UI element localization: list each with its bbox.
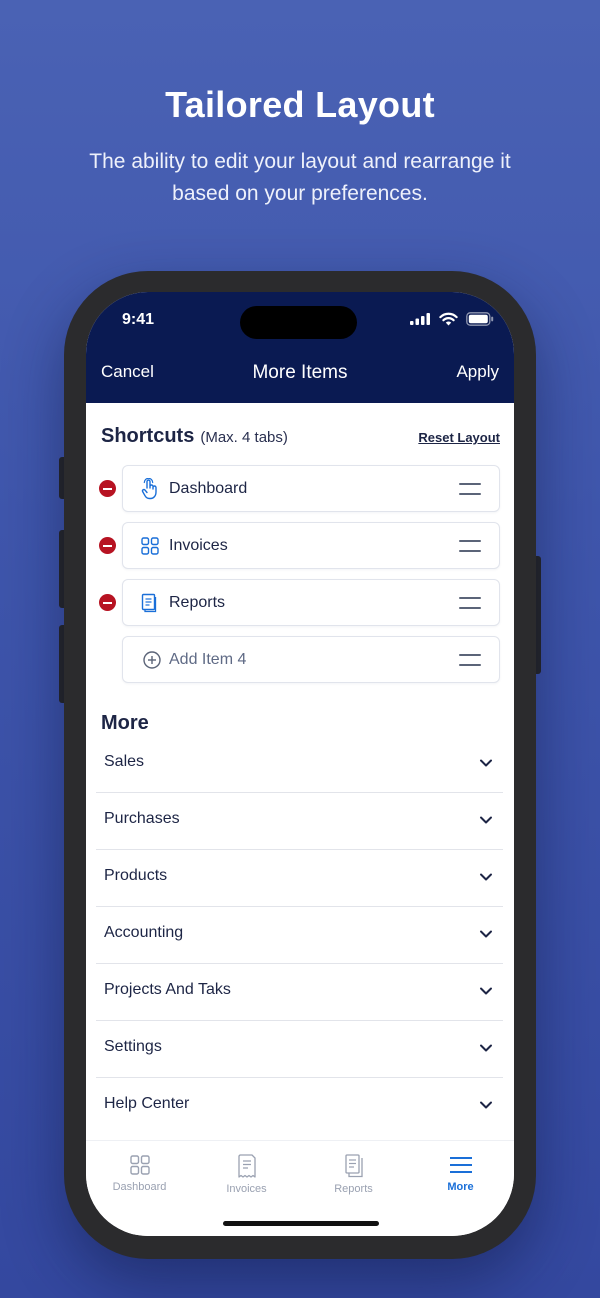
menu-item-purchases[interactable]: Purchases [96,793,503,850]
touch-hand-icon [141,478,157,500]
remove-shortcut-button[interactable] [99,594,116,611]
documents-icon [344,1154,363,1178]
drag-handle-icon[interactable] [459,597,481,609]
tab-label: Reports [334,1183,373,1195]
menu-item-label: Projects And Taks [104,981,231,998]
chevron-down-icon [480,873,492,881]
chevron-down-icon [480,1101,492,1109]
tab-label: Invoices [226,1183,267,1195]
shortcuts-limit-note: (Max. 4 tabs) [200,429,288,446]
wifi-icon [439,312,458,326]
document-icon [141,593,157,613]
menu-item-label: Accounting [104,924,184,941]
menu-item-label: Products [104,867,168,884]
home-indicator [223,1221,379,1226]
navigation-bar: 9:41 Cancel More Items Apply [86,292,514,403]
signal-icon [410,313,430,325]
battery-icon [466,312,494,326]
shortcut-row-dashboard: Dashboard [86,465,514,513]
promo-subtitle: The ability to edit your layout and rear… [89,150,511,205]
add-shortcut-card[interactable]: Add Item 4 [122,636,500,683]
tab-more[interactable]: More [407,1153,514,1193]
dynamic-island [240,306,357,339]
menu-item-help-center[interactable]: Help Center [96,1078,503,1135]
reset-layout-link[interactable]: Reset Layout [418,430,500,445]
menu-item-label: Sales [104,753,145,770]
remove-shortcut-button[interactable] [99,480,116,497]
chevron-down-icon [480,987,492,995]
grid-icon [141,537,159,555]
plus-circle-icon [143,651,161,669]
tab-invoices[interactable]: Invoices [193,1153,300,1195]
menu-item-accounting[interactable]: Accounting [96,907,503,964]
tab-label: Dashboard [112,1181,167,1193]
cancel-button[interactable]: Cancel [101,362,154,382]
shortcut-row-add: Add Item 4 [86,636,514,684]
shortcut-label: Dashboard [169,480,248,497]
receipt-icon [237,1154,256,1178]
chevron-down-icon [480,1044,492,1052]
chevron-down-icon [480,930,492,938]
tab-reports[interactable]: Reports [300,1153,407,1195]
tab-label: More [447,1181,474,1193]
add-item-label: Add Item 4 [169,651,247,668]
more-section-title: More [101,712,149,734]
shortcut-card[interactable]: Reports [122,579,500,626]
shortcuts-title: Shortcuts [101,425,195,447]
menu-icon [449,1157,472,1173]
shortcuts-header: Shortcuts (Max. 4 tabs) [101,425,288,448]
menu-item-settings[interactable]: Settings [96,1021,503,1078]
drag-handle-icon[interactable] [459,540,481,552]
menu-item-label: Purchases [104,810,180,827]
chevron-down-icon [480,759,492,767]
remove-shortcut-button[interactable] [99,537,116,554]
shortcut-label: Reports [169,594,226,611]
tab-dashboard[interactable]: Dashboard [86,1153,193,1193]
drag-handle-icon[interactable] [459,483,481,495]
page-title: More Items [252,362,348,383]
status-time: 9:41 [122,311,155,328]
shortcut-card[interactable]: Dashboard [122,465,500,512]
shortcut-row-invoices: Invoices [86,522,514,570]
shortcut-row-reports: Reports [86,579,514,627]
menu-item-sales[interactable]: Sales [96,736,503,793]
menu-item-label: Help Center [104,1095,190,1112]
phone-screen: 9:41 Cancel More Items Apply Shortcuts (… [86,292,514,1236]
shortcut-card[interactable]: Invoices [122,522,500,569]
chevron-down-icon [480,816,492,824]
menu-item-projects[interactable]: Projects And Taks [96,964,503,1021]
menu-item-products[interactable]: Products [96,850,503,907]
shortcut-label: Invoices [169,537,228,554]
grid-icon [129,1155,150,1175]
drag-handle-icon[interactable] [459,654,481,666]
status-icons [410,312,494,326]
menu-item-label: Settings [104,1038,162,1055]
apply-button[interactable]: Apply [456,362,499,382]
promo-title: Tailored Layout [165,84,435,125]
